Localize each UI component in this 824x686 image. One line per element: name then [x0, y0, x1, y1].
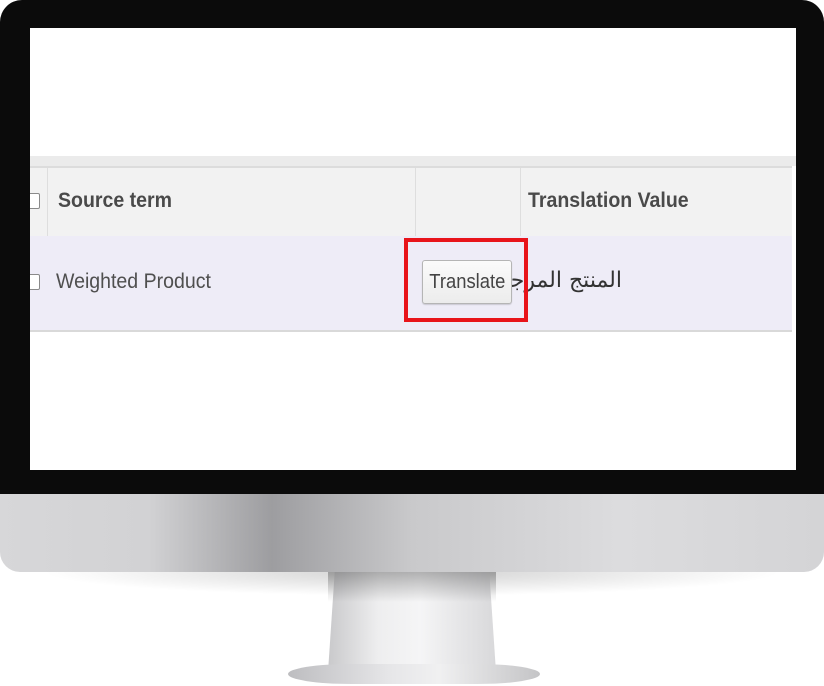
row-checkbox[interactable]: [30, 274, 40, 290]
column-divider: [415, 168, 416, 236]
column-divider: [47, 168, 48, 236]
screen: Source term Translation Value Weighted P…: [30, 28, 796, 470]
monitor-stand-shade: [328, 572, 496, 602]
translate-button[interactable]: Translate: [422, 260, 512, 304]
select-all-checkbox[interactable]: [30, 193, 40, 209]
column-header-source-term[interactable]: Source term: [58, 189, 172, 213]
monitor-stand-foot: [288, 664, 540, 684]
column-divider: [520, 168, 521, 236]
table-header: Source term Translation Value: [30, 166, 792, 238]
column-header-translation-value[interactable]: Translation Value: [528, 189, 689, 213]
table-top-rule: [30, 156, 796, 166]
translate-button-label: Translate: [428, 270, 506, 293]
monitor-chin: [0, 494, 824, 572]
source-term-cell: Weighted Product: [56, 270, 211, 293]
